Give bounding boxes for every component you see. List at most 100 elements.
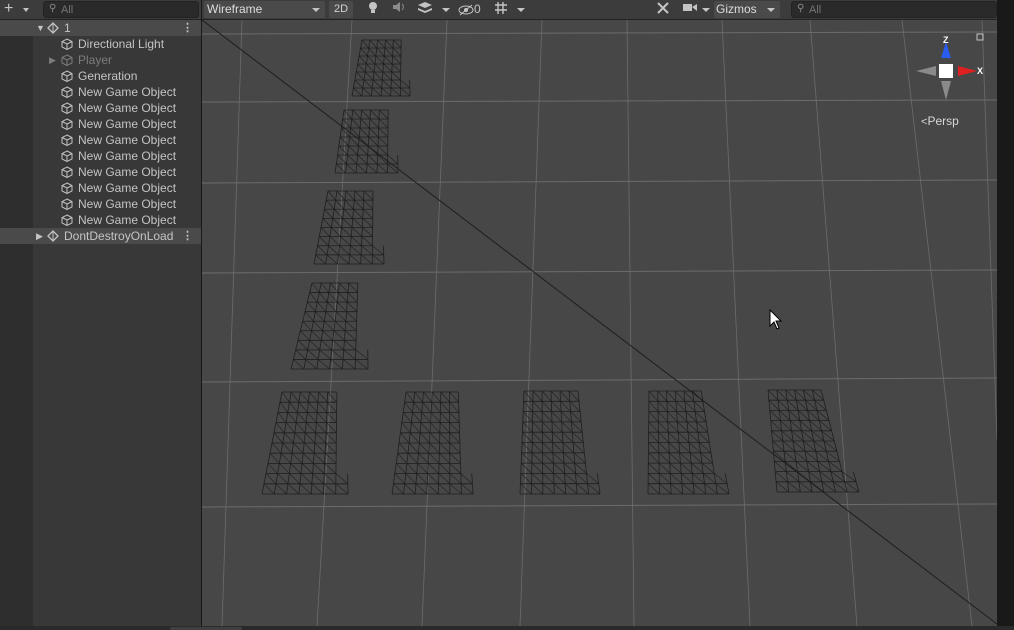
mesh-diagonal [320,282,330,293]
camera-icon[interactable] [680,1,700,18]
mesh-diagonal [542,442,554,454]
lock-icon[interactable] [976,33,984,41]
mesh-diagonal [520,462,532,474]
add-object-button[interactable]: + [4,1,34,18]
mesh-diagonal [775,481,789,493]
mesh-diagonal [398,442,409,454]
mesh-diagonal [351,227,363,237]
gameobject-cube-icon [61,182,73,195]
dontdestroy-scene-row[interactable]: ▶ DontDestroyOnLoad ⋮ [0,228,201,244]
hierarchy-item[interactable]: New Game Object [0,148,201,164]
draw-mode-dropdown[interactable]: Wireframe [204,1,325,18]
mesh-diagonal [562,442,575,454]
mesh-diagonal [551,401,562,412]
collapsed-arrow-icon[interactable]: ▶ [36,228,43,244]
expanded-arrow-icon[interactable]: ▼ [36,20,45,36]
effects-dropdown-icon[interactable] [440,1,452,18]
mesh-diagonal [366,163,378,174]
toggle-2d-button[interactable]: 2D [329,1,353,18]
mesh-diagonal [562,431,574,443]
audio-toggle-icon[interactable] [390,1,408,18]
mesh-diagonal [319,292,328,303]
hierarchy-item[interactable]: New Game Object [0,196,201,212]
mesh-diagonal [368,136,379,147]
mesh-diagonal [295,349,306,360]
grid-line [202,31,997,35]
lighting-toggle-icon[interactable] [364,1,382,18]
orientation-gizmo[interactable]: Z X [916,33,984,100]
mesh-diagonal [771,430,783,442]
hierarchy-item-label: New Game Object [78,213,177,227]
scene-visibility-toggle[interactable]: 0 [458,1,488,18]
negy-axis-cone[interactable] [941,81,951,100]
mesh-diagonal [542,473,555,484]
gameobject-cube-icon [61,54,73,67]
collapsed-arrow-icon[interactable]: ▶ [49,52,56,68]
hierarchy-item-label: New Game Object [78,85,177,99]
mesh-diagonal [786,471,800,483]
mesh-diagonal [429,432,440,444]
hierarchy-item[interactable]: New Game Object [0,164,201,180]
gameobject-cube-icon [61,166,73,179]
mesh-diagonal [783,450,797,462]
hierarchy-item[interactable]: Directional Light [0,36,201,52]
mesh-diagonal [417,463,429,474]
mesh-diagonal [342,359,356,370]
effects-toggle-icon[interactable] [414,1,436,18]
grid-dropdown-icon[interactable] [514,1,528,18]
mesh-diagonal [440,391,450,403]
chevron-down-icon [312,8,320,12]
mesh-diagonal [391,79,401,89]
hierarchy-item[interactable]: New Game Object [0,100,201,116]
scene-menu-icon[interactable]: ⋮ [182,228,193,244]
mesh-diagonal [351,118,361,129]
mesh-diagonal [281,391,290,403]
mesh-diagonal [331,227,341,237]
wireframe-mesh [313,190,385,265]
mesh-diagonal [541,401,552,412]
hierarchy-item[interactable]: New Game Object [0,132,201,148]
mesh-diagonal [343,209,353,219]
camera-dropdown-icon[interactable] [700,1,712,18]
hierarchy-item[interactable]: ▶ Player [0,52,201,68]
mesh-diagonal [313,452,325,464]
scene-menu-icon[interactable]: ⋮ [182,20,193,36]
projection-toggle[interactable]: <Persp [921,114,959,128]
hierarchy-item[interactable]: New Game Object [0,84,201,100]
hierarchy-item[interactable]: New Game Object [0,180,201,196]
mesh-diagonal [327,391,337,403]
chevron-down-icon [23,8,29,12]
negx-axis-cone[interactable] [916,66,936,76]
hierarchy-item[interactable]: New Game Object [0,212,201,228]
mesh-diagonal [344,340,356,351]
grid-toggle-icon[interactable] [492,1,510,18]
hierarchy-search[interactable]: ⚲ [43,1,199,18]
scene-row[interactable]: ▼ 1 ⋮ [0,20,201,36]
mesh-diagonal [420,422,431,433]
wireframe-meshes [261,39,860,495]
hierarchy-item[interactable]: Generation [0,68,201,84]
mesh-diagonal [563,452,575,464]
hierarchy-search-input[interactable] [61,2,193,17]
x-axis-cone[interactable] [958,66,977,76]
mesh-diagonal [542,462,554,474]
mesh-diagonal [551,421,563,433]
wireframe-mesh [334,109,399,174]
scene-search[interactable]: ⚲ [791,1,997,18]
gameobject-cube-icon [61,70,73,83]
scene-search-input[interactable] [809,2,991,17]
hierarchy-toolbar: + ⚲ [0,0,201,20]
mesh-diagonal [347,154,358,165]
gizmos-dropdown[interactable]: Gizmos [714,1,780,18]
mesh-diagonal [338,254,350,265]
mesh-diagonal [363,79,373,89]
mesh-diagonal [279,463,290,474]
mesh-diagonal [332,340,344,351]
tools-icon[interactable] [654,1,672,18]
mesh-edge [387,109,389,174]
mesh-diagonal [347,301,358,312]
scene-viewport[interactable]: Z X <Persp [202,20,997,626]
hierarchy-item[interactable]: New Game Object [0,116,201,132]
mesh-diagonal [532,442,543,454]
gizmo-center-cube[interactable] [939,64,953,78]
